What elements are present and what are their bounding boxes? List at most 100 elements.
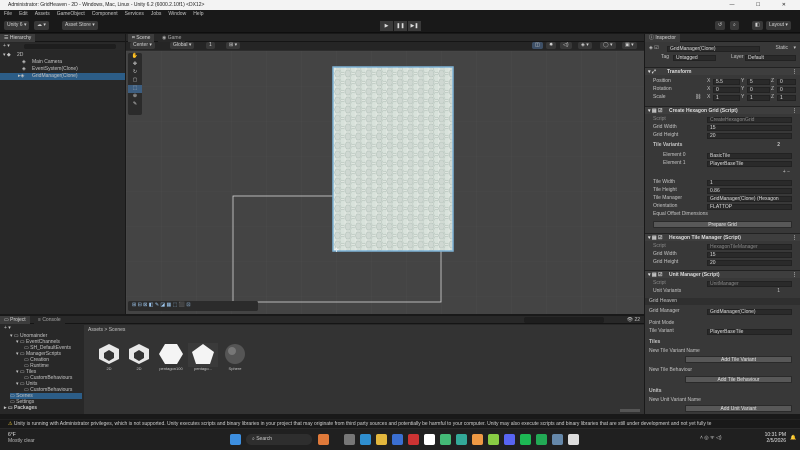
rect-tool-icon[interactable]: ⬚ (128, 85, 142, 93)
hierarchy-item[interactable]: ◈ EventSystem(Clone) (0, 66, 125, 73)
status-message[interactable]: Unity is running with Administrator priv… (14, 421, 712, 427)
breadcrumb-leaf[interactable]: Scenes (109, 327, 126, 333)
menu-jobs[interactable]: Jobs (151, 11, 162, 17)
scale-x-field[interactable]: 1 (713, 94, 740, 101)
menu-window[interactable]: Window (168, 11, 186, 17)
transform-header[interactable]: ▾ ⤢ Transform ⋮ (645, 67, 800, 75)
asset-tile[interactable]: pentago... (188, 343, 218, 371)
tab-hierarchy[interactable]: ☰ Hierarchy (0, 34, 36, 42)
rotation-z-field[interactable]: 0 (777, 86, 796, 93)
asset-tile[interactable]: Sphere (220, 343, 250, 371)
orientation-dropdown[interactable]: FLATTOP (707, 203, 792, 210)
unit-manager-header[interactable]: ▾ ▤ ☑ Unit Manager (Script) ⋮ (645, 270, 800, 278)
menu-services[interactable]: Services (125, 11, 144, 17)
component-menu-icon[interactable]: ⋮ (792, 68, 797, 76)
custom-tool-icon[interactable]: ✎ (128, 101, 142, 109)
unit-variants-count[interactable]: 1 (777, 288, 780, 295)
search-button[interactable]: ⌕ (730, 21, 739, 30)
grid-snap-button[interactable]: ⊞ ▾ (226, 42, 241, 49)
2d-toggle[interactable]: ◫ (532, 42, 543, 49)
transform-tool-icon[interactable]: ⊕ (128, 93, 142, 101)
rotation-x-field[interactable]: 0 (713, 86, 740, 93)
app-icon[interactable] (488, 434, 499, 445)
element-field[interactable]: BasicTile (707, 152, 792, 159)
asset-tile[interactable]: 2D (124, 343, 154, 371)
scale-y-field[interactable]: 1 (747, 94, 770, 101)
space-dropdown[interactable]: Global ▾ (170, 42, 195, 49)
tile-width-field[interactable]: 1 (707, 179, 792, 186)
object-name-field[interactable]: GridManager(Clone) (667, 45, 760, 52)
scale-tool-icon[interactable]: ▢ (128, 77, 142, 85)
tab-console[interactable]: ≡ Console (34, 316, 65, 324)
menu-gameobject[interactable]: GameObject (57, 11, 85, 17)
tile-manager-header[interactable]: ▾ ▤ ☑ Hexagon Tile Manager (Script) ⋮ (645, 233, 800, 241)
element-field[interactable]: PlayerBaseTile (707, 160, 792, 167)
grid-width-field[interactable]: 15 (707, 251, 792, 258)
tab-project[interactable]: ▭ Project (0, 316, 30, 324)
lighting-toggle[interactable]: ✸ (546, 42, 557, 49)
app-icon[interactable] (408, 434, 419, 445)
notification-icon[interactable]: 🔔 (790, 435, 796, 441)
tab-inspector[interactable]: ⓘ Inspector (645, 34, 680, 42)
tile-manager-field[interactable]: GridManager(Clone) (Hexagon (707, 195, 792, 202)
add-asset-button[interactable]: + ▾ (4, 325, 11, 331)
gizmos-dropdown[interactable]: ◯ ▾ (600, 42, 616, 49)
tray-icons[interactable]: ˄ ◎ ᯤ ◁) (700, 435, 722, 441)
windows-start-icon[interactable] (230, 434, 241, 445)
tile-variants-count[interactable]: 2 (777, 142, 780, 149)
hierarchy-item-selected[interactable]: ▸◈ GridManager(Clone) (0, 73, 125, 80)
app-icon[interactable] (456, 434, 467, 445)
hierarchy-search-input[interactable] (24, 44, 116, 49)
file-explorer-icon[interactable] (376, 434, 387, 445)
audio-toggle[interactable]: ◁) (560, 42, 572, 49)
scene-canvas[interactable]: ✛ (126, 51, 644, 314)
grid-height-field[interactable]: 20 (707, 132, 792, 139)
tab-scene[interactable]: ⌗ Scene (128, 34, 155, 42)
spotify-icon[interactable] (520, 434, 531, 445)
units-foldout[interactable]: Units (645, 388, 800, 395)
project-search-input[interactable] (524, 317, 604, 323)
store-icon[interactable] (392, 434, 403, 445)
layer-dropdown[interactable]: Default (745, 54, 796, 61)
menu-file[interactable]: File (4, 11, 12, 17)
tag-dropdown[interactable]: Untagged (673, 54, 716, 61)
move-tool-icon[interactable]: ✥ (128, 61, 142, 69)
play-button[interactable]: ▶ (380, 21, 393, 31)
unity-editor-icon[interactable] (568, 434, 579, 445)
zoom-slider[interactable] (620, 409, 640, 412)
effects-dropdown[interactable]: ◈ ▾ (578, 42, 592, 49)
edge-icon[interactable] (360, 434, 371, 445)
tile-height-field[interactable]: 0.86 (707, 187, 792, 194)
create-grid-header[interactable]: ▾ ▤ ☑ Create Hexagon Grid (Script) ⋮ (645, 106, 800, 114)
scene-viewport[interactable]: ✛ ✋ ✥ ↻ ▢ ⬚ ⊕ ✎ ⊞ ⊟ ⊠ ◧ ✎ ◪ ▦ ⬚ ⬛ ⊡ (126, 51, 644, 314)
asset-tile[interactable]: 2D (94, 343, 124, 371)
tab-game[interactable]: ◉ Game (158, 34, 186, 42)
cloud-button[interactable]: ☁ ▾ (34, 21, 49, 30)
tiles-foldout[interactable]: Tiles (645, 339, 800, 346)
weather-widget[interactable]: 6°F Mostly clear (8, 432, 35, 444)
pivot-dropdown[interactable]: Center ▾ (130, 42, 155, 49)
static-toggle[interactable]: ▾ (793, 45, 796, 52)
tile-variants-row[interactable]: Tile Variants 2 (645, 142, 800, 149)
account-button[interactable]: Unity 6 ▾ (4, 21, 30, 30)
component-menu-icon[interactable]: ⋮ (792, 107, 797, 115)
layout-dropdown[interactable]: Layout ▾ (766, 21, 791, 30)
scale-z-field[interactable]: 1 (777, 94, 796, 101)
history-button[interactable]: ↺ (715, 21, 726, 30)
snap-field[interactable]: 1 (206, 42, 215, 49)
rotate-tool-icon[interactable]: ↻ (128, 69, 142, 77)
task-view-icon[interactable] (344, 434, 355, 445)
taskbar-search[interactable]: ⌕ Search (246, 434, 312, 445)
add-unit-variant-button[interactable]: Add Unit Variant (685, 405, 792, 412)
rotation-y-field[interactable]: 0 (747, 86, 770, 93)
window-controls[interactable]: — ☐ ✕ (730, 0, 796, 10)
hierarchy-item[interactable]: ◈ Main Camera (0, 59, 125, 66)
camera-dropdown[interactable]: ▣ ▾ (622, 42, 637, 49)
prepare-grid-button[interactable]: Prepare Grid (653, 221, 792, 228)
position-y-field[interactable]: 5 (747, 78, 770, 85)
add-tile-behaviour-button[interactable]: Add Tile Behaviour (685, 376, 792, 383)
list-add-remove-icons[interactable]: + − (783, 169, 790, 176)
tree-item[interactable]: ▸ ▭ Packages (4, 405, 37, 411)
hierarchy-scene-row[interactable]: ▾ ◆ 2D (0, 52, 125, 59)
widget-icon[interactable] (318, 434, 329, 445)
